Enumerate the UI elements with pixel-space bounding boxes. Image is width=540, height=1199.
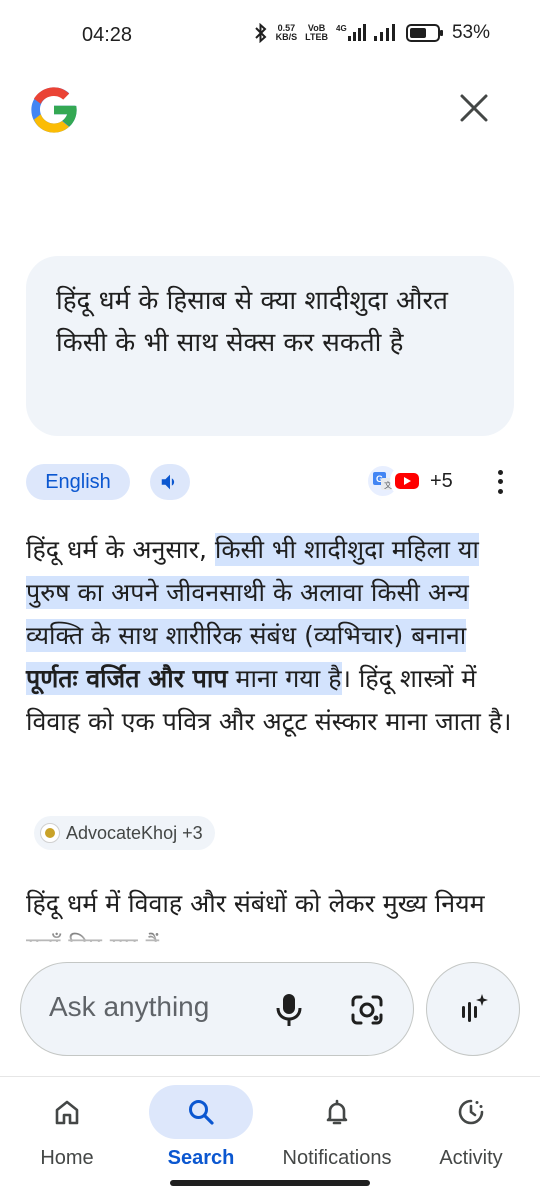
advocatekhoj-logo-icon <box>40 823 60 843</box>
status-time: 04:28 <box>82 24 133 46</box>
nav-home[interactable]: Home <box>0 1085 134 1185</box>
top-bar <box>0 80 540 144</box>
nav-activity-label: Activity <box>439 1147 503 1169</box>
status-icons: 0.57 KB/S VoB LTEB 4G 53% <box>254 22 490 44</box>
answer-highlight-bold: पूर्णतः वर्जित और पाप <box>26 664 228 693</box>
live-mode-button[interactable] <box>426 962 520 1056</box>
lens-button[interactable] <box>347 990 387 1030</box>
battery-percent: 53% <box>451 22 490 43</box>
activity-icon <box>458 1099 484 1125</box>
close-button[interactable] <box>454 88 494 128</box>
camera-lens-icon <box>351 995 383 1025</box>
content-fade <box>0 920 540 950</box>
nav-notifications-label: Notifications <box>282 1147 392 1169</box>
nav-notifications[interactable]: Notifications <box>270 1085 404 1185</box>
signal-icon <box>373 24 395 41</box>
bell-icon <box>326 1099 348 1125</box>
nav-search-label: Search <box>167 1147 235 1169</box>
sources-count: +5 <box>430 469 453 492</box>
close-icon <box>460 94 488 122</box>
citation-text: AdvocateKhoj +3 <box>66 822 203 843</box>
home-indicator <box>170 1180 370 1186</box>
network-speed: 0.57 KB/S <box>275 23 298 42</box>
sources-cluster[interactable]: G 文 +5 <box>366 464 453 498</box>
nav-activity[interactable]: Activity <box>404 1085 538 1185</box>
youtube-source-icon <box>390 464 424 498</box>
answer-paragraph: हिंदू धर्म के अनुसार, किसी भी शादीशुदा म… <box>26 528 516 743</box>
ask-bar[interactable]: Ask anything <box>20 962 414 1056</box>
google-g-icon <box>31 87 77 133</box>
citation-chip[interactable]: AdvocateKhoj +3 <box>34 816 215 850</box>
mic-button[interactable] <box>269 990 309 1030</box>
speaker-icon <box>161 474 175 490</box>
speaker-button[interactable] <box>150 464 190 500</box>
answer-toolbar: English G 文 +5 <box>0 462 540 502</box>
svg-text:4G: 4G <box>336 24 347 33</box>
status-bar: 04:28 0.57 KB/S VoB LTEB 4G 53% <box>0 0 540 72</box>
query-text: हिंदू धर्म के हिसाब से क्या शादीशुदा औरत… <box>56 286 448 358</box>
bluetooth-icon <box>254 23 267 43</box>
search-icon <box>189 1100 214 1125</box>
mic-icon <box>276 994 302 1026</box>
volte-indicator: VoB LTEB <box>305 23 328 42</box>
query-bubble: हिंदू धर्म के हिसाब से क्या शादीशुदा औरत… <box>26 256 514 436</box>
live-sparkle-icon <box>462 994 488 1022</box>
ask-input[interactable]: Ask anything <box>49 991 209 1023</box>
nav-home-label: Home <box>40 1147 94 1169</box>
answer-intro: हिंदू धर्म के अनुसार, <box>26 535 215 564</box>
home-icon <box>55 1100 79 1125</box>
battery-icon <box>405 24 443 42</box>
signal-4g-icon: 4G <box>336 24 366 41</box>
more-options-button[interactable] <box>494 468 506 496</box>
english-chip[interactable]: English <box>26 464 130 500</box>
nav-search[interactable]: Search <box>134 1085 268 1185</box>
